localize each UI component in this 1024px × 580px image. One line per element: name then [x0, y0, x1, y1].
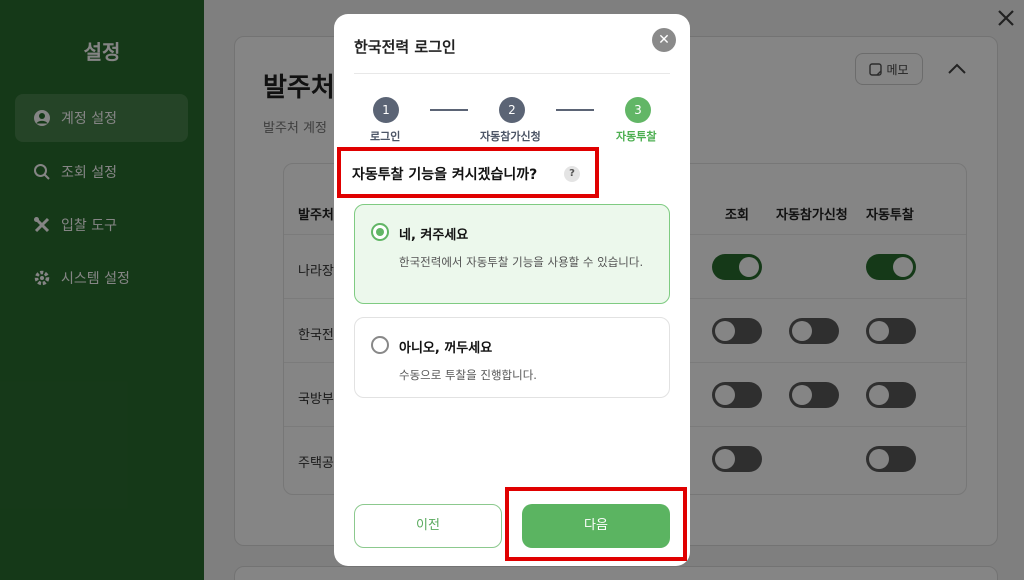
step-1-circle: 1 — [373, 97, 399, 123]
window-close-icon[interactable] — [994, 6, 1018, 30]
divider — [354, 73, 670, 74]
radio-no[interactable] — [371, 336, 389, 354]
step-3-circle: 3 — [625, 97, 651, 123]
option-yes[interactable]: 네, 켜주세요 한국전력에서 자동투찰 기능을 사용할 수 있습니다. — [354, 204, 670, 304]
step-2-label: 자동참가신청 — [480, 130, 541, 143]
prev-button[interactable]: 이전 — [354, 504, 502, 548]
option-no[interactable]: 아니오, 꺼두세요 수동으로 투찰을 진행합니다. — [354, 317, 670, 398]
option-title: 아니오, 꺼두세요 — [399, 341, 493, 356]
modal-title: 한국전력 로그인 — [354, 38, 456, 56]
step-1-label: 로그인 — [370, 130, 401, 143]
close-icon[interactable]: ✕ — [652, 28, 676, 52]
highlight-question — [337, 147, 599, 198]
option-description: 한국전력에서 자동투찰 기능을 사용할 수 있습니다. — [399, 255, 644, 269]
radio-yes[interactable] — [371, 223, 389, 241]
step-connector — [556, 109, 594, 111]
highlight-next-button — [505, 487, 687, 561]
login-modal: 한국전력 로그인 ✕ 1 2 3 로그인 자동참가신청 자동투찰 자동투찰 기능… — [334, 14, 690, 566]
step-3-label: 자동투찰 — [616, 130, 657, 143]
step-connector — [430, 109, 468, 111]
option-description: 수동으로 투찰을 진행합니다. — [399, 368, 537, 382]
step-2-circle: 2 — [499, 97, 525, 123]
option-title: 네, 켜주세요 — [399, 228, 469, 243]
